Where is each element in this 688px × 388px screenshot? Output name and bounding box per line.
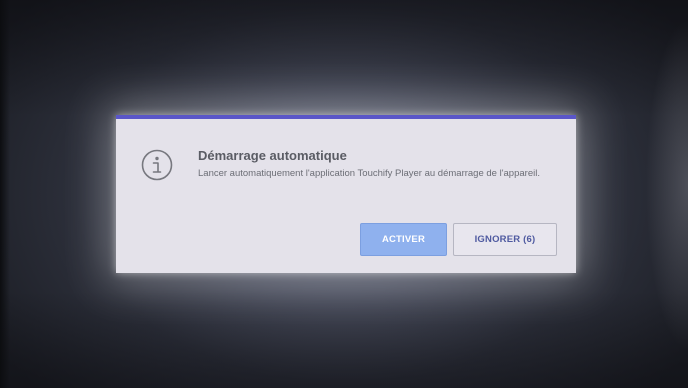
info-icon: [141, 149, 173, 181]
activate-button[interactable]: ACTIVER: [360, 223, 447, 256]
autostart-dialog: Démarrage automatique Lancer automatique…: [116, 115, 576, 273]
screen-bezel: [0, 0, 10, 388]
ignore-button[interactable]: IGNORER (6): [453, 223, 557, 256]
dialog-message: Lancer automatiquement l'application Tou…: [198, 168, 540, 179]
dialog-title: Démarrage automatique: [198, 148, 347, 163]
screen-glare: [618, 20, 688, 350]
dialog-accent-bar: [116, 115, 576, 119]
